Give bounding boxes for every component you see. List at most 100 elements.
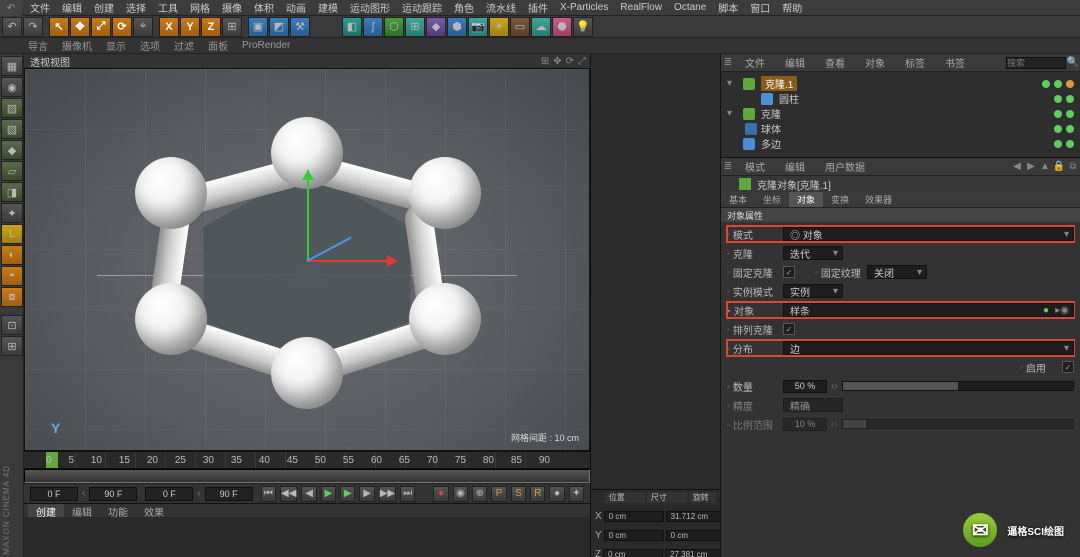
- vbar-camera[interactable]: 摄像机: [62, 38, 92, 53]
- enable-axis-icon[interactable]: ✦: [1, 203, 23, 223]
- obj-clone[interactable]: 克隆: [761, 106, 781, 121]
- om-search-input[interactable]: [1006, 57, 1066, 69]
- tool-rotate-icon[interactable]: ⟳: [112, 17, 132, 37]
- goto-start-button[interactable]: ⏮: [261, 486, 276, 502]
- step-slider[interactable]: [842, 419, 1074, 429]
- tool-last-icon[interactable]: ⌖: [133, 17, 153, 37]
- menu-help[interactable]: 帮助: [776, 0, 808, 15]
- obj-poly[interactable]: 多边: [761, 136, 781, 151]
- undo-button[interactable]: ↶: [0, 0, 22, 16]
- mode-poly-icon[interactable]: ◨: [1, 182, 23, 202]
- vbar-panel[interactable]: 面板: [208, 38, 228, 53]
- vbar-intro[interactable]: 导言: [28, 38, 48, 53]
- clone-dropdown[interactable]: 迭代▾: [783, 246, 843, 260]
- step-field[interactable]: [783, 418, 827, 431]
- enable-checkbox[interactable]: ✓: [1062, 361, 1074, 373]
- om-search-icon[interactable]: 🔍: [1066, 57, 1080, 68]
- mograph-icon[interactable]: ⬣: [552, 17, 572, 37]
- distribution-dropdown[interactable]: 边▾: [783, 341, 1074, 355]
- render-region-icon[interactable]: ◩: [269, 17, 289, 37]
- menu-track[interactable]: 运动跟踪: [396, 0, 448, 15]
- menu-char[interactable]: 角色: [448, 0, 480, 15]
- workplane-icon[interactable]: ⊞: [1, 336, 23, 356]
- menu-camera[interactable]: 摄像: [216, 0, 248, 15]
- om-tag[interactable]: 标签: [895, 54, 935, 71]
- pos-z-field[interactable]: [603, 549, 663, 557]
- om-view[interactable]: 查看: [815, 54, 855, 71]
- frame-range-field[interactable]: [205, 487, 253, 501]
- menu-octane[interactable]: Octane: [668, 2, 712, 13]
- attr-fwd-icon[interactable]: ▶: [1024, 161, 1038, 172]
- obj-clone1[interactable]: 克隆.1: [761, 76, 797, 91]
- prim-cube-icon[interactable]: ◧: [342, 17, 362, 37]
- attr-edit[interactable]: 编辑: [775, 158, 815, 175]
- mode-point-icon[interactable]: ◆: [1, 140, 23, 160]
- render-view-icon[interactable]: ▣: [248, 17, 268, 37]
- viewport1-icon[interactable]: L: [1, 224, 23, 244]
- attr-user[interactable]: 用户数据: [815, 158, 875, 175]
- atab-object[interactable]: 对象: [789, 192, 823, 207]
- frame-end-field[interactable]: [89, 487, 137, 501]
- goto-end-button[interactable]: ⏭: [400, 486, 415, 502]
- axis-x-icon[interactable]: X: [159, 17, 179, 37]
- menu-mesh[interactable]: 网格: [184, 0, 216, 15]
- deformer-icon[interactable]: ◆: [426, 17, 446, 37]
- size-x-field[interactable]: [666, 511, 726, 522]
- array-icon[interactable]: ⊞: [405, 17, 425, 37]
- generator-icon[interactable]: ⬡: [384, 17, 404, 37]
- attr-mode[interactable]: 模式: [735, 158, 775, 175]
- vp-nav3-icon[interactable]: ⟳: [566, 56, 574, 67]
- obj-expand-icon[interactable]: ▾: [727, 78, 737, 89]
- attr-back-icon[interactable]: ◀: [1010, 161, 1024, 172]
- camera-icon[interactable]: 📷: [468, 17, 488, 37]
- axis-z-icon[interactable]: Z: [201, 17, 221, 37]
- fixed-checkbox[interactable]: ✓: [783, 266, 795, 278]
- menu-volume[interactable]: 体积: [248, 0, 280, 15]
- floor-icon[interactable]: ▭: [510, 17, 530, 37]
- tool-undo-icon[interactable]: ↶: [2, 17, 22, 37]
- link-pick-icon[interactable]: ▸◉: [1055, 305, 1069, 316]
- object-link-field[interactable]: 样条 ● ▸◉: [783, 303, 1074, 317]
- tab-effect[interactable]: 效果: [136, 504, 172, 517]
- menu-realflow[interactable]: RealFlow: [614, 2, 668, 13]
- count-field[interactable]: [783, 380, 827, 393]
- timeline-range-slider[interactable]: [24, 469, 590, 483]
- attr-menu-icon[interactable]: ≣: [721, 161, 735, 172]
- om-menu-icon[interactable]: ≣: [721, 57, 735, 68]
- tab-func[interactable]: 功能: [100, 504, 136, 517]
- count-slider[interactable]: [842, 381, 1074, 391]
- frame-start-field[interactable]: [30, 487, 78, 501]
- mode-workplane-icon[interactable]: ▧: [1, 119, 23, 139]
- keyset-button[interactable]: ⊕: [472, 486, 487, 502]
- attr-lock-icon[interactable]: 🔒: [1052, 161, 1066, 172]
- timeline-ruler[interactable]: 051015202530354045505560657075808590: [24, 451, 590, 469]
- prev-frame-button[interactable]: ◀: [301, 486, 316, 502]
- tab-create[interactable]: 创建: [28, 504, 64, 517]
- align-checkbox[interactable]: ✓: [783, 323, 795, 335]
- size-y-field[interactable]: [666, 530, 726, 541]
- tool-redo-icon[interactable]: ↷: [23, 17, 43, 37]
- next-frame-button[interactable]: ▶: [359, 486, 374, 502]
- mode-edge-icon[interactable]: ▱: [1, 161, 23, 181]
- menu-mograph[interactable]: 运动图形: [344, 0, 396, 15]
- play-fwd-button[interactable]: ▶: [340, 486, 355, 502]
- size-z-field[interactable]: [665, 549, 725, 557]
- scene-icon[interactable]: ⬢: [447, 17, 467, 37]
- record-button[interactable]: ●: [433, 486, 448, 502]
- vbar-prorender[interactable]: ProRender: [242, 40, 290, 51]
- pos-x-field[interactable]: [604, 511, 664, 522]
- menu-anim[interactable]: 动画: [280, 0, 312, 15]
- tool-select-icon[interactable]: ↖: [49, 17, 69, 37]
- tab-edit[interactable]: 编辑: [64, 504, 100, 517]
- menu-model[interactable]: 建模: [312, 0, 344, 15]
- autokey-button[interactable]: ◉: [453, 486, 468, 502]
- om-book[interactable]: 书签: [935, 54, 975, 71]
- mode-object-icon[interactable]: ◉: [1, 77, 23, 97]
- menu-create[interactable]: 创建: [88, 0, 120, 15]
- menu-window[interactable]: 窗口: [744, 0, 776, 15]
- step-back-button[interactable]: ◀◀: [280, 486, 297, 502]
- vbar-display[interactable]: 显示: [106, 38, 126, 53]
- coord-sys-icon[interactable]: ⊞: [222, 17, 242, 37]
- texture-dropdown[interactable]: 关闭▾: [867, 265, 927, 279]
- atab-basic[interactable]: 基本: [721, 192, 755, 207]
